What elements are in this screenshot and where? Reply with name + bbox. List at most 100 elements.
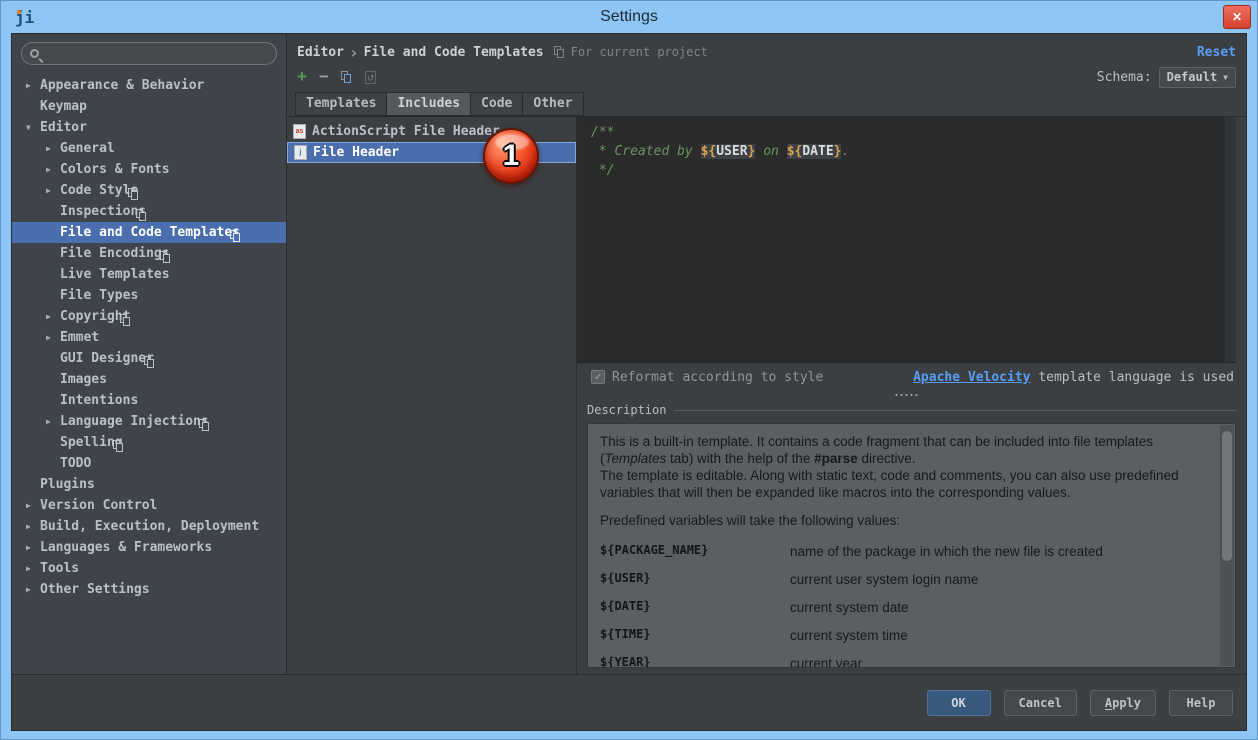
ok-button[interactable]: OK [926,689,991,716]
sidebar-item-copyright[interactable]: ▶ Copyright [12,306,286,327]
scrollbar-thumb[interactable] [1222,431,1232,562]
description-scrollbar[interactable] [1220,425,1234,666]
sidebar-item-appearance-behavior[interactable]: ▶ Appearance & Behavior [12,75,286,96]
sidebar-item-code-style[interactable]: ▶ Code Style [12,180,286,201]
annotation-badge-1: 1 [483,128,539,184]
description-panel: This is a built-in template. It contains… [587,423,1236,668]
template-detail-panel: /** * Created by ${USER} on ${DATE}. */ … [577,117,1246,674]
chevron-right-icon[interactable]: ▶ [44,144,60,153]
sidebar-item-label: File Types [60,288,139,303]
sidebar-item-live-templates[interactable]: Live Templates [12,264,286,285]
sidebar-item-colors-fonts[interactable]: ▶ Colors & Fonts [12,159,286,180]
search-box [21,42,277,65]
settings-window: ji Settings ✕ ▶ Appearance & Behavior Keym… [0,0,1258,740]
revert-button[interactable] [364,70,376,84]
sidebar-item-language-injections[interactable]: ▶ Language Injections [12,411,286,432]
sidebar-item-inspections[interactable]: Inspections [12,201,286,222]
description-paragraph: The template is editable. Along with sta… [600,468,1179,500]
code-comment: /** [591,125,615,140]
sidebar-item-label: Version Control [40,498,158,513]
schema-select[interactable]: Default ▼ [1158,66,1236,88]
sidebar-item-todo[interactable]: TODO [12,453,286,474]
sidebar-item-file-encodings[interactable]: File Encodings [12,243,286,264]
sidebar-item-file-types[interactable]: File Types [12,285,286,306]
sidebar-item-label: Inspections [60,204,147,219]
chevron-down-icon[interactable]: ▼ [24,123,40,132]
template-item-label: ActionScript File Header [312,124,500,139]
remove-button[interactable]: − [319,68,329,85]
chevron-right-icon[interactable]: ▶ [24,81,40,90]
copy-icon [340,70,353,84]
sidebar-item-label: File and Code Templates [60,225,241,240]
sidebar-item-plugins[interactable]: Plugins [12,474,286,495]
annotation-badge-number: 1 [502,139,520,172]
variable-name: ${USER} [600,571,651,585]
variable-row: ${PACKAGE_NAME} name of the package in wh… [600,543,1209,560]
sidebar-item-label: Build, Execution, Deployment [40,519,260,534]
description-title: Description [587,403,667,417]
chevron-right-icon[interactable]: ▶ [44,417,60,426]
chevron-right-icon[interactable]: ▶ [24,585,40,594]
sidebar-item-label: Images [60,372,107,387]
sidebar-item-build-execution-deployment[interactable]: ▶ Build, Execution, Deployment [12,516,286,537]
sidebar-item-label: Appearance & Behavior [40,78,205,93]
sidebar-item-gui-designer[interactable]: GUI Designer [12,348,286,369]
description-paragraph: Predefined variables will take the follo… [600,513,901,528]
apache-velocity-link[interactable]: Apache Velocity [913,370,1030,385]
sidebar-item-tools[interactable]: ▶ Tools [12,558,286,579]
sidebar-item-general[interactable]: ▶ General [12,138,286,159]
chevron-right-icon[interactable]: ▶ [44,165,60,174]
chevron-right-icon[interactable]: ▶ [44,186,60,195]
reformat-label: Reformat according to style [612,369,824,385]
variable-description: name of the package in which the new fil… [790,544,1103,559]
sidebar-item-label: Plugins [40,477,95,492]
sidebar-item-emmet[interactable]: ▶ Emmet [12,327,286,348]
reformat-checkbox[interactable]: ✓ [591,370,605,384]
tab-templates[interactable]: Templates [295,92,388,116]
divider [674,409,1236,411]
cancel-button[interactable]: Cancel [1003,689,1077,716]
toolbar: + − Schema: Default ▼ [287,64,1246,90]
chevron-right-icon[interactable]: ▶ [24,543,40,552]
sidebar-item-file-and-code-templates[interactable]: File and Code Templates [12,222,286,243]
help-button[interactable]: Help [1169,689,1233,716]
close-button[interactable]: ✕ [1223,5,1251,29]
sidebar-item-keymap[interactable]: Keymap [12,96,286,117]
sidebar-item-languages-frameworks[interactable]: ▶ Languages & Frameworks [12,537,286,558]
sidebar-item-label: Keymap [40,99,87,114]
chevron-right-icon[interactable]: ▶ [24,522,40,531]
template-item-label: File Header [313,145,400,160]
sidebar-item-images[interactable]: Images [12,369,286,390]
tab-other[interactable]: Other [523,92,584,116]
chevron-right-icon[interactable]: ▶ [24,564,40,573]
add-button[interactable]: + [297,68,307,85]
reset-link[interactable]: Reset [1197,45,1236,60]
sidebar-item-label: File Encodings [60,246,170,261]
breadcrumb-parent[interactable]: Editor [297,45,344,60]
chevron-right-icon[interactable]: ▶ [44,312,60,321]
reformat-row: ✓ Reformat according to style Apache Vel… [577,363,1236,391]
sidebar-item-other-settings[interactable]: ▶ Other Settings [12,579,286,600]
sidebar-item-editor[interactable]: ▼ Editor [12,117,286,138]
search-input[interactable] [39,46,276,61]
variable-description: current system date [790,600,909,615]
editor-scrollbar[interactable] [1224,117,1236,362]
variable-row: ${TIME} current system time [600,627,1209,644]
sidebar-item-label: Other Settings [40,582,150,597]
sidebar-item-spelling[interactable]: Spelling [12,432,286,453]
sidebar-item-label: Emmet [60,330,100,345]
code-comment: */ [591,163,615,178]
tab-includes[interactable]: Includes [387,92,472,116]
intellij-logo-icon: ji [15,8,35,27]
apply-button[interactable]: Apply [1089,689,1156,716]
template-tabs: Templates Includes Code Other [287,90,1246,116]
chevron-right-icon[interactable]: ▶ [44,333,60,342]
splitter-grip[interactable] [893,392,920,398]
sidebar-item-intentions[interactable]: Intentions [12,390,286,411]
chevron-right-icon[interactable]: ▶ [24,501,40,510]
template-editor[interactable]: /** * Created by ${USER} on ${DATE}. */ [577,117,1236,363]
sidebar-item-version-control[interactable]: ▶ Version Control [12,495,286,516]
tab-code[interactable]: Code [471,92,524,116]
copy-template-button[interactable] [340,70,353,84]
schema-label: Schema: [1096,69,1152,85]
